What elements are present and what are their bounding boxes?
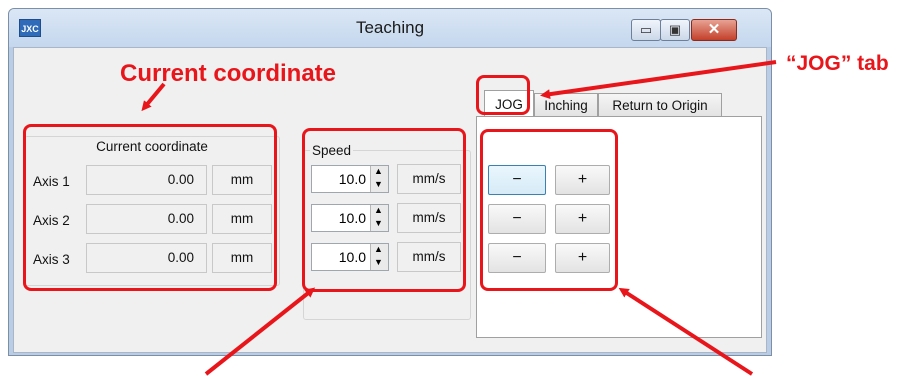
coordinate-arrow (141, 82, 166, 112)
annotation-arrows (141, 60, 777, 376)
speed-arrow (204, 287, 316, 376)
jog-tab-arrow (540, 60, 777, 100)
jog-buttons-arrow (618, 287, 754, 376)
